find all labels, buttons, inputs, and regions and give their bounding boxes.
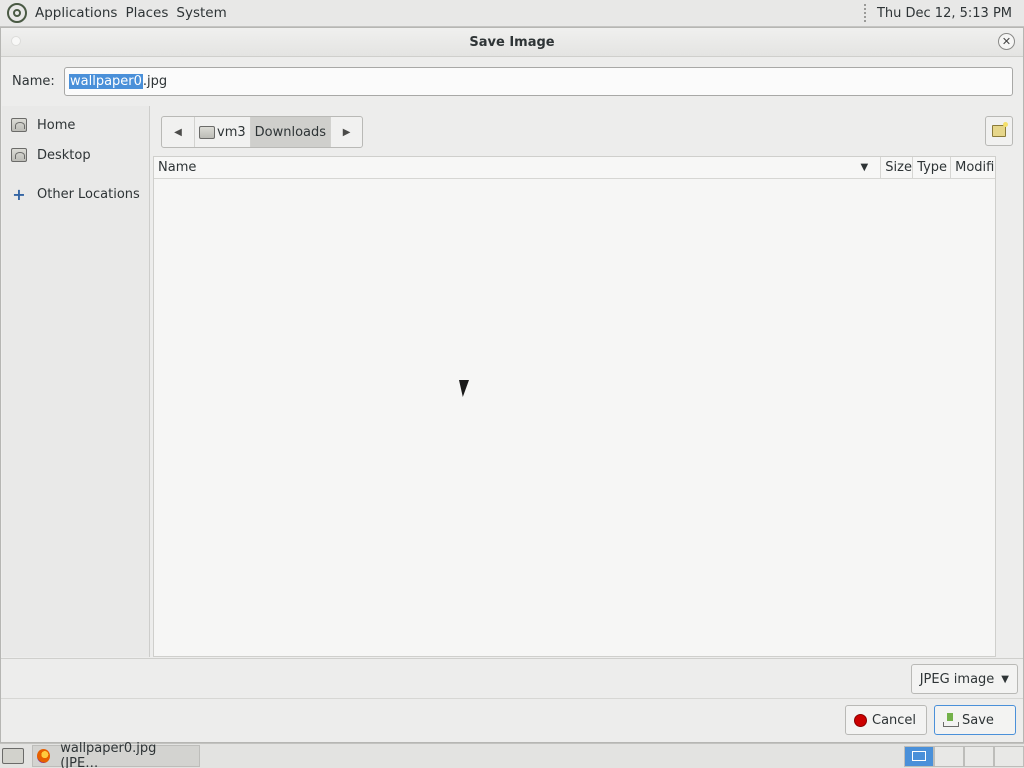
show-desktop-icon[interactable] (2, 748, 24, 764)
desktop-folder-icon (11, 148, 27, 162)
column-name-label: Name (158, 160, 197, 175)
cancel-button[interactable]: Cancel (845, 705, 927, 735)
taskbar-window-label: wallpaper0.jpg (JPE… (60, 741, 157, 768)
path-forward-button[interactable]: ▶ (330, 117, 362, 147)
workspace-3[interactable] (964, 745, 994, 767)
cancel-button-label: Cancel (872, 712, 917, 728)
filter-row: JPEG image ▼ (1, 658, 1023, 698)
crumb-label: vm3 (217, 124, 246, 140)
crumb-label: Downloads (254, 124, 327, 140)
action-row: Cancel Save (1, 698, 1023, 742)
workspace-4[interactable] (994, 745, 1024, 767)
sidebar-item-label: Home (37, 117, 76, 133)
file-name-extension: .jpg (142, 74, 168, 89)
create-folder-button[interactable] (985, 116, 1013, 146)
path-back-button[interactable]: ◀ (162, 117, 194, 147)
clock[interactable]: Thu Dec 12, 5:13 PM (877, 6, 1012, 21)
chevron-down-icon: ▼ (1001, 673, 1009, 685)
name-row: Name: wallpaper0 .jpg (1, 57, 1023, 106)
workspace-2[interactable] (934, 745, 964, 767)
sort-down-icon: ▼ (860, 162, 869, 173)
window-menu-icon[interactable] (11, 36, 21, 46)
name-label: Name: (12, 74, 55, 89)
column-modified[interactable]: Modifi (950, 157, 995, 178)
home-folder-icon (199, 125, 215, 139)
plus-icon: + (12, 184, 26, 204)
save-button-label: Save (962, 712, 994, 728)
crumb-vm3[interactable]: vm3 (194, 117, 250, 147)
sidebar-item-desktop[interactable]: Desktop (2, 140, 149, 170)
dialog-titlebar[interactable]: Save Image ✕ (1, 28, 1023, 57)
dialog-title: Save Image (469, 34, 555, 50)
column-type[interactable]: Type (912, 157, 950, 178)
file-type-filter-select[interactable]: JPEG image ▼ (910, 664, 1018, 694)
menu-applications[interactable]: Applications (31, 5, 121, 21)
taskbar: wallpaper0.jpg (JPE… (0, 741, 1024, 768)
close-icon[interactable]: ✕ (998, 33, 1015, 50)
file-type-filter-value: JPEG image (919, 671, 995, 687)
sidebar-item-label: Desktop (37, 147, 91, 163)
cancel-icon (854, 713, 867, 727)
sidebar-item-label: Other Locations (37, 186, 140, 202)
menu-system[interactable]: System (172, 5, 230, 21)
panel-separator (863, 4, 867, 22)
firefox-icon (37, 749, 51, 763)
column-size[interactable]: Size (880, 157, 912, 178)
workspace-1[interactable] (904, 745, 934, 767)
sidebar-item-home[interactable]: Home (2, 110, 149, 140)
taskbar-window-button[interactable]: wallpaper0.jpg (JPE… (32, 741, 200, 768)
file-name-selection: wallpaper0 (69, 74, 143, 89)
places-sidebar: Home Desktop + Other Locations (2, 106, 150, 657)
menu-places[interactable]: Places (121, 5, 172, 21)
file-browser-pane: ◀ vm3 Downloads ▶ Name ▼ Size Type Modif… (151, 106, 1023, 657)
save-icon (943, 713, 959, 727)
save-image-dialog: Save Image ✕ Name: wallpaper0 .jpg Home D… (0, 27, 1024, 743)
home-folder-icon (11, 118, 27, 132)
path-bar: ◀ vm3 Downloads ▶ (161, 116, 364, 148)
column-name[interactable]: Name ▼ (154, 157, 880, 178)
top-panel: Applications Places System Thu Dec 12, 5… (0, 0, 1024, 27)
file-list-header: Name ▼ Size Type Modifi (154, 157, 995, 179)
new-folder-icon (992, 122, 1008, 137)
sidebar-item-other-locations[interactable]: + Other Locations (2, 179, 149, 209)
crumb-downloads[interactable]: Downloads (249, 117, 331, 147)
save-button[interactable]: Save (934, 705, 1016, 735)
file-list[interactable]: Name ▼ Size Type Modifi (153, 156, 996, 657)
file-name-input[interactable]: wallpaper0 .jpg (64, 67, 1013, 96)
distro-logo-icon[interactable] (7, 3, 27, 23)
